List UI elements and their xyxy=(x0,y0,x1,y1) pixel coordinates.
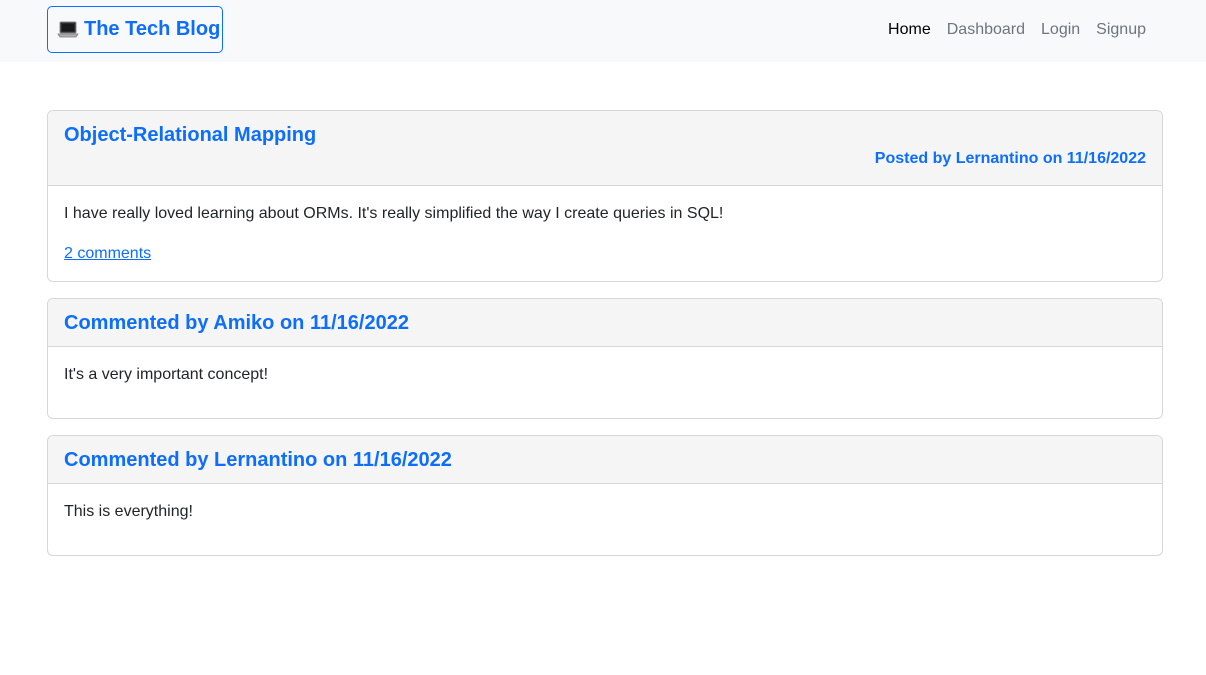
post-meta: Posted by Lernantino on 11/16/2022 xyxy=(874,150,1146,167)
navbar: The Tech Blog Home Dashboard Login Signu… xyxy=(0,0,1206,62)
nav-link-dashboard[interactable]: Dashboard xyxy=(939,19,1033,41)
post-card: Object-Relational Mapping Posted by Lern… xyxy=(47,110,1163,282)
brand-label: The Tech Blog xyxy=(84,18,221,40)
comment-body: This is everything! xyxy=(48,501,1162,523)
brand-link[interactable]: The Tech Blog xyxy=(47,6,223,53)
comment-text: This is everything! xyxy=(64,503,193,520)
post-header: Object-Relational Mapping Posted by Lern… xyxy=(48,111,1162,186)
laptop-icon xyxy=(57,20,79,40)
comment-title: Commented by Lernantino on 11/16/2022 xyxy=(64,449,452,471)
nav-link-signup[interactable]: Signup xyxy=(1088,19,1154,41)
post-body: I have really loved learning about ORMs.… xyxy=(48,203,1162,265)
nav-link-login[interactable]: Login xyxy=(1033,19,1088,41)
comment-title: Commented by Amiko on 11/16/2022 xyxy=(64,312,409,334)
comment-header: Commented by Lernantino on 11/16/2022 xyxy=(48,436,1162,484)
post-title[interactable]: Object-Relational Mapping xyxy=(64,123,1146,147)
comment-body: It's a very important concept! xyxy=(48,364,1162,386)
comment-card: Commented by Amiko on 11/16/2022 It's a … xyxy=(47,298,1163,419)
nav-link-home[interactable]: Home xyxy=(880,19,939,41)
comment-card: Commented by Lernantino on 11/16/2022 Th… xyxy=(47,435,1163,556)
post-content: I have really loved learning about ORMs.… xyxy=(64,205,724,222)
comment-text: It's a very important concept! xyxy=(64,366,269,383)
comment-header: Commented by Amiko on 11/16/2022 xyxy=(48,299,1162,347)
nav-links: Home Dashboard Login Signup xyxy=(880,19,1154,41)
comments-link[interactable]: 2 comments xyxy=(64,243,151,265)
